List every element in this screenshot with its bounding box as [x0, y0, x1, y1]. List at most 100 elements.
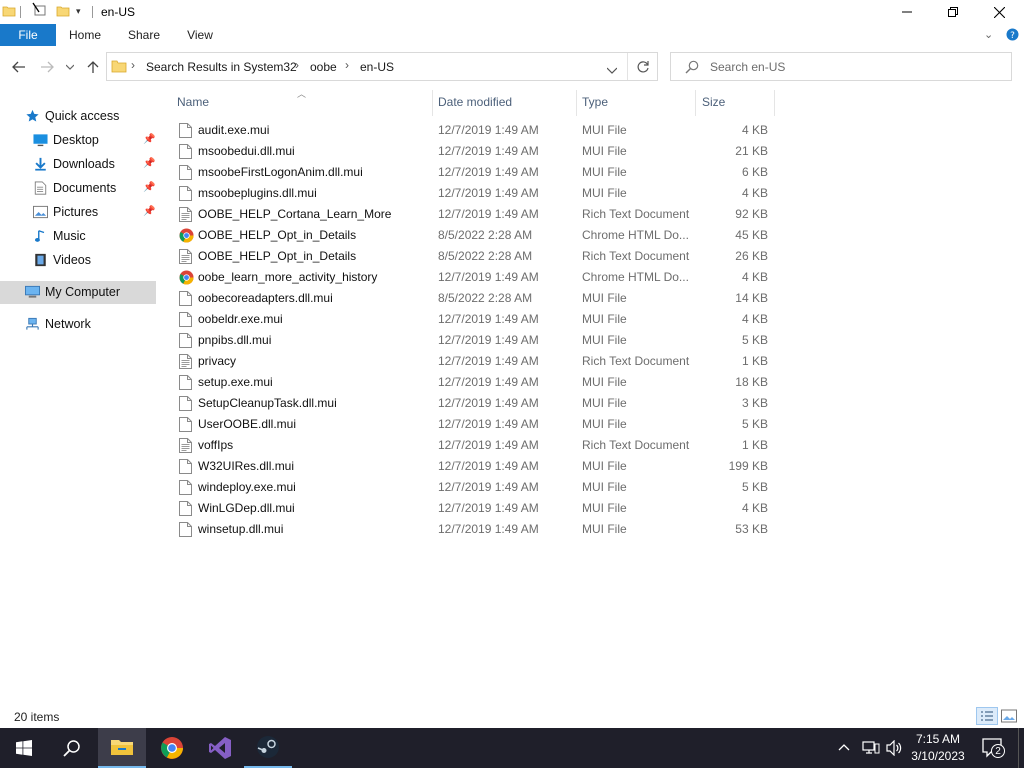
tab-view[interactable]: View: [178, 24, 222, 46]
file-name: UserOOBE.dll.mui: [198, 417, 297, 431]
file-date-modified: 12/7/2019 1:49 AM: [438, 186, 539, 200]
file-row[interactable]: UserOOBE.dll.mui 12/7/2019 1:49 AM MUI Fil…: [176, 414, 776, 435]
customize-dropdown-icon[interactable]: ▾: [76, 6, 81, 17]
file-row[interactable]: winsetup.dll.mui 12/7/2019 1:49 AM MUI Fil…: [176, 519, 776, 540]
chrome-icon[interactable]: [148, 728, 196, 768]
address-bar[interactable]: › Search Results in System32 › oobe › en…: [106, 52, 658, 81]
column-header-date[interactable]: Date modified: [438, 92, 568, 112]
back-button[interactable]: [8, 56, 30, 78]
show-hidden-icons-icon[interactable]: [838, 740, 850, 754]
breadcrumb-oobe[interactable]: oobe: [310, 60, 337, 74]
nav-downloads[interactable]: Downloads 📌: [33, 153, 155, 175]
file-size: 92 KB: [735, 207, 768, 221]
clock-time[interactable]: 7:15 AM: [906, 732, 970, 746]
column-divider[interactable]: [432, 90, 433, 116]
volume-icon[interactable]: [886, 739, 902, 759]
properties-icon[interactable]: [32, 2, 48, 21]
tab-home[interactable]: Home: [62, 24, 108, 46]
ribbon-expand-icon[interactable]: ⌄: [984, 28, 993, 41]
file-size: 18 KB: [735, 375, 768, 389]
toolbar-separator: [20, 6, 21, 18]
folder-icon[interactable]: [2, 4, 16, 21]
up-button[interactable]: [82, 56, 104, 78]
file-size: 1 KB: [741, 354, 768, 368]
pin-icon[interactable]: 📌: [143, 201, 155, 223]
pin-icon[interactable]: 📌: [143, 153, 155, 175]
nav-documents[interactable]: Documents 📌: [33, 177, 155, 199]
nav-pictures[interactable]: Pictures 📌: [33, 201, 155, 223]
file-row[interactable]: W32UIRes.dll.mui 12/7/2019 1:49 AM MUI Fil…: [176, 456, 776, 477]
nav-quick-access[interactable]: Quick access: [25, 105, 155, 127]
file-row[interactable]: msoobeFirstLogonAnim.dll.mui 12/7/2019 1:…: [176, 162, 776, 183]
file-row[interactable]: WinLGDep.dll.mui 12/7/2019 1:49 AM MUI Fil…: [176, 498, 776, 519]
new-folder-icon[interactable]: [56, 4, 70, 21]
breadcrumb-en-us[interactable]: en-US: [360, 60, 394, 74]
file-icon: [179, 144, 192, 159]
file-row[interactable]: OOBE_HELP_Cortana_Learn_More 12/7/2019 1:…: [176, 204, 776, 225]
file-row[interactable]: pnpibs.dll.mui 12/7/2019 1:49 AM MUI File 5…: [176, 330, 776, 351]
nav-music[interactable]: Music: [33, 225, 155, 247]
windows-start-icon[interactable]: [0, 728, 48, 768]
file-row[interactable]: OOBE_HELP_Opt_in_Details 8/5/2022 2:28 AM…: [176, 246, 776, 267]
file-explorer-icon[interactable]: [98, 728, 146, 768]
pin-icon[interactable]: 📌: [143, 129, 155, 151]
show-desktop-button[interactable]: [1018, 728, 1019, 768]
close-button[interactable]: [976, 0, 1022, 24]
downloads-icon: [35, 157, 46, 171]
refresh-icon[interactable]: [636, 60, 650, 77]
network-icon[interactable]: [862, 740, 880, 759]
file-name: privacy: [198, 354, 237, 368]
search-icon[interactable]: [48, 728, 96, 768]
pin-icon[interactable]: 📌: [143, 177, 155, 199]
column-header-name[interactable]: Name: [177, 92, 427, 112]
clock-date[interactable]: 3/10/2023: [906, 749, 970, 763]
maximize-button[interactable]: [930, 0, 976, 24]
folder-icon: [111, 59, 127, 76]
visual-studio-icon[interactable]: [196, 728, 244, 768]
chevron-down-icon[interactable]: [606, 63, 618, 77]
tab-share[interactable]: Share: [122, 24, 166, 46]
breadcrumb-search-results[interactable]: Search Results in System32: [146, 60, 297, 74]
file-icon: [179, 291, 192, 306]
help-icon[interactable]: ?: [1006, 28, 1019, 44]
file-row[interactable]: privacy 12/7/2019 1:49 AM Rich Text Docume…: [176, 351, 776, 372]
file-row[interactable]: SetupCleanupTask.dll.mui 12/7/2019 1:49 A…: [176, 393, 776, 414]
title-bar: ▾ en-US: [0, 0, 1024, 24]
search-box[interactable]: Search en-US: [670, 52, 1012, 81]
nav-network[interactable]: Network: [25, 313, 155, 335]
file-name: setup.exe.mui: [198, 375, 273, 389]
file-row[interactable]: setup.exe.mui 12/7/2019 1:49 AM MUI File 18…: [176, 372, 776, 393]
file-row[interactable]: windeploy.exe.mui 12/7/2019 1:49 AM MUI Fi…: [176, 477, 776, 498]
file-row[interactable]: OOBE_HELP_Opt_in_Details 8/5/2022 2:28 AM…: [176, 225, 776, 246]
recent-locations-icon[interactable]: [60, 56, 80, 78]
nav-desktop[interactable]: Desktop 📌: [33, 129, 155, 151]
network-icon: [26, 317, 39, 330]
file-row[interactable]: oobeldr.exe.mui 12/7/2019 1:49 AM MUI File…: [176, 309, 776, 330]
file-date-modified: 12/7/2019 1:49 AM: [438, 522, 539, 536]
column-divider[interactable]: [774, 90, 775, 116]
minimize-button[interactable]: [884, 0, 930, 24]
steam-icon[interactable]: [244, 728, 292, 768]
file-row[interactable]: voffIps 12/7/2019 1:49 AM Rich Text Docume…: [176, 435, 776, 456]
file-row[interactable]: msoobeplugins.dll.mui 12/7/2019 1:49 AM MU…: [176, 183, 776, 204]
large-icons-view-button[interactable]: [1001, 709, 1017, 726]
forward-button[interactable]: [36, 56, 58, 78]
details-view-button[interactable]: [976, 707, 998, 725]
nav-label: Quick access: [45, 109, 120, 123]
column-header-type[interactable]: Type: [582, 92, 692, 112]
file-row[interactable]: oobecoreadapters.dll.mui 8/5/2022 2:28 AM…: [176, 288, 776, 309]
file-row[interactable]: oobe_learn_more_activity_history 12/7/201…: [176, 267, 776, 288]
column-divider[interactable]: [695, 90, 696, 116]
nav-my-computer-selected[interactable]: My Computer: [0, 281, 156, 304]
column-header-size[interactable]: Size: [702, 92, 772, 112]
file-row[interactable]: audit.exe.mui 12/7/2019 1:49 AM MUI File 4 …: [176, 120, 776, 141]
nav-my-computer[interactable]: My Computer: [25, 281, 153, 303]
tab-file[interactable]: File: [0, 24, 56, 46]
file-name: oobeldr.exe.mui: [198, 312, 283, 326]
nav-videos[interactable]: Videos: [33, 249, 155, 271]
file-type: MUI File: [582, 417, 627, 431]
column-divider[interactable]: [576, 90, 577, 116]
file-date-modified: 12/7/2019 1:49 AM: [438, 270, 539, 284]
file-type: MUI File: [582, 480, 627, 494]
file-row[interactable]: msoobedui.dll.mui 12/7/2019 1:49 AM MUI Fi…: [176, 141, 776, 162]
